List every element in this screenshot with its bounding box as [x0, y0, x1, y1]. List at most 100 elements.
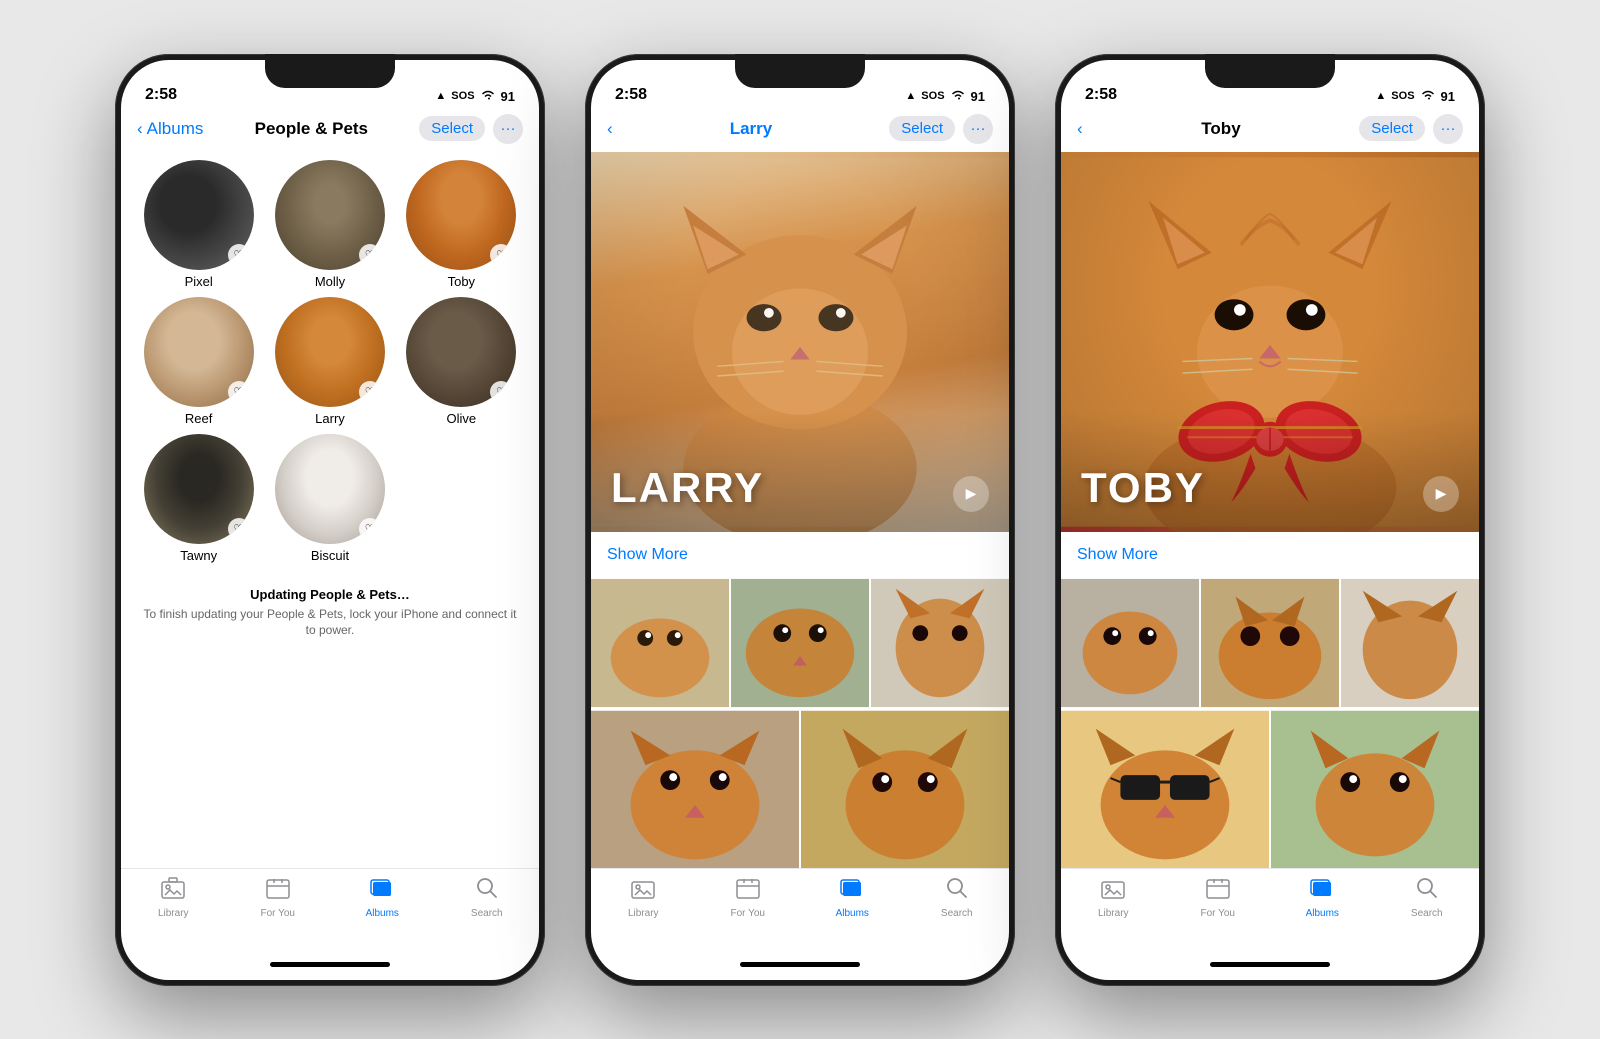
tab-albums-3[interactable]: Albums	[1270, 877, 1375, 919]
tab-foryou-label-3: For You	[1201, 908, 1235, 919]
more-button-3[interactable]: ···	[1433, 114, 1463, 144]
heart-olive: ♡	[490, 381, 512, 403]
home-indicator-1	[121, 950, 539, 980]
person-tawny[interactable]: ♡ Tawny	[137, 434, 260, 563]
library-icon-3	[1101, 877, 1125, 905]
avatar-olive: ♡	[406, 297, 516, 407]
show-more-toby[interactable]: Show More	[1061, 532, 1479, 578]
sos-label-2: SOS	[921, 90, 944, 102]
chevron-left-icon: ‹	[137, 119, 143, 139]
chevron-left-icon-3: ‹	[1077, 119, 1083, 139]
status-time-1: 2:58	[145, 86, 177, 104]
avatar-molly: ♡	[275, 160, 385, 270]
tab-search-1[interactable]: Search	[435, 877, 540, 919]
larry-hero-name: LARRY	[611, 464, 764, 512]
person-molly[interactable]: ♡ Molly	[268, 160, 391, 289]
nav-title-2: Larry	[730, 119, 773, 139]
back-label-1: Albums	[147, 119, 204, 139]
foryou-icon	[266, 877, 290, 905]
heart-pixel: ♡	[228, 244, 250, 266]
larry-hero-image: LARRY ▶	[591, 152, 1009, 532]
tab-foryou-2[interactable]: For You	[696, 877, 801, 919]
tab-bar-2: Library For You	[591, 868, 1009, 950]
updating-title: Updating People & Pets…	[137, 587, 523, 602]
more-button-1[interactable]: ···	[493, 114, 523, 144]
name-olive: Olive	[447, 411, 477, 426]
photo-larry-3[interactable]	[871, 578, 1009, 708]
location-icon-3: ▲	[1375, 90, 1386, 102]
phone-notch-3	[1205, 54, 1335, 88]
tab-search-2[interactable]: Search	[905, 877, 1010, 919]
avatar-pixel: ♡	[144, 160, 254, 270]
albums-icon-1	[370, 877, 394, 905]
photo-toby-5[interactable]	[1271, 710, 1479, 868]
person-larry[interactable]: ♡ Larry	[268, 297, 391, 426]
person-toby[interactable]: ♡ Toby	[400, 160, 523, 289]
nav-actions-3: Select ···	[1359, 114, 1463, 144]
status-icons-2: ▲ SOS 91	[905, 89, 985, 104]
photo-toby-4[interactable]	[1061, 710, 1269, 868]
heart-biscuit: ♡	[359, 518, 381, 540]
tab-library-label-2: Library	[628, 908, 659, 919]
back-button-3[interactable]: ‹	[1077, 119, 1083, 139]
photo-toby-1[interactable]	[1061, 578, 1199, 708]
more-dots-icon-2: ···	[971, 120, 986, 137]
tab-albums-2[interactable]: Albums	[800, 877, 905, 919]
show-more-larry[interactable]: Show More	[591, 532, 1009, 578]
nav-actions-2: Select ···	[889, 114, 993, 144]
status-time-3: 2:58	[1085, 86, 1117, 104]
select-button-3[interactable]: Select	[1359, 116, 1425, 141]
avatar-toby: ♡	[406, 160, 516, 270]
phone-notch	[265, 54, 395, 88]
more-button-2[interactable]: ···	[963, 114, 993, 144]
tab-foryou-1[interactable]: For You	[226, 877, 331, 919]
photo-toby-3[interactable]	[1341, 578, 1479, 708]
photo-larry-2[interactable]	[731, 578, 869, 708]
name-biscuit: Biscuit	[311, 548, 349, 563]
people-grid: ♡ Pixel ♡ Molly ♡ Toby	[121, 152, 539, 571]
person-olive[interactable]: ♡ Olive	[400, 297, 523, 426]
select-button-1[interactable]: Select	[419, 116, 485, 141]
photo-larry-5[interactable]	[801, 710, 1009, 868]
nav-bar-3: ‹ Toby Select ···	[1061, 110, 1479, 152]
tab-albums-1[interactable]: Albums	[330, 877, 435, 919]
select-button-2[interactable]: Select	[889, 116, 955, 141]
heart-larry: ♡	[359, 381, 381, 403]
photo-larry-1[interactable]	[591, 578, 729, 708]
tab-albums-label-2: Albums	[836, 908, 869, 919]
tab-library-3[interactable]: Library	[1061, 877, 1166, 919]
photo-grid-toby	[1061, 578, 1479, 868]
phone-3: 2:58 ▲ SOS 91 ‹ Toby Sel	[1055, 54, 1485, 986]
photo-toby-2[interactable]	[1201, 578, 1339, 708]
wifi-icon	[480, 89, 496, 104]
tab-search-label-2: Search	[941, 908, 973, 919]
content-1: ♡ Pixel ♡ Molly ♡ Toby	[121, 152, 539, 868]
tab-library-2[interactable]: Library	[591, 877, 696, 919]
play-button-toby[interactable]: ▶	[1423, 476, 1459, 512]
search-icon-2	[946, 877, 968, 905]
photo-larry-4[interactable]	[591, 710, 799, 868]
updating-desc: To finish updating your People & Pets, l…	[144, 607, 517, 638]
person-biscuit[interactable]: ♡ Biscuit	[268, 434, 391, 563]
person-reef[interactable]: ♡ Reef	[137, 297, 260, 426]
name-larry: Larry	[315, 411, 345, 426]
back-button-1[interactable]: ‹ Albums	[137, 119, 203, 139]
tab-library-1[interactable]: Library	[121, 877, 226, 919]
more-dots-icon-3: ···	[1440, 120, 1455, 137]
library-icon	[161, 877, 185, 905]
tab-search-3[interactable]: Search	[1375, 877, 1480, 919]
tab-bar-3: Library For You	[1061, 868, 1479, 950]
battery-text-2: 91	[971, 89, 985, 104]
person-pixel[interactable]: ♡ Pixel	[137, 160, 260, 289]
back-button-2[interactable]: ‹	[607, 119, 613, 139]
status-icons-1: ▲ SOS 91	[435, 89, 515, 104]
avatar-reef: ♡	[144, 297, 254, 407]
play-button-larry[interactable]: ▶	[953, 476, 989, 512]
tab-library-label-1: Library	[158, 908, 189, 919]
name-tawny: Tawny	[180, 548, 217, 563]
updating-info: Updating People & Pets… To finish updati…	[121, 571, 539, 656]
tab-search-label-1: Search	[471, 908, 503, 919]
sos-label: SOS	[451, 90, 474, 102]
tab-foryou-3[interactable]: For You	[1166, 877, 1271, 919]
status-icons-3: ▲ SOS 91	[1375, 89, 1455, 104]
